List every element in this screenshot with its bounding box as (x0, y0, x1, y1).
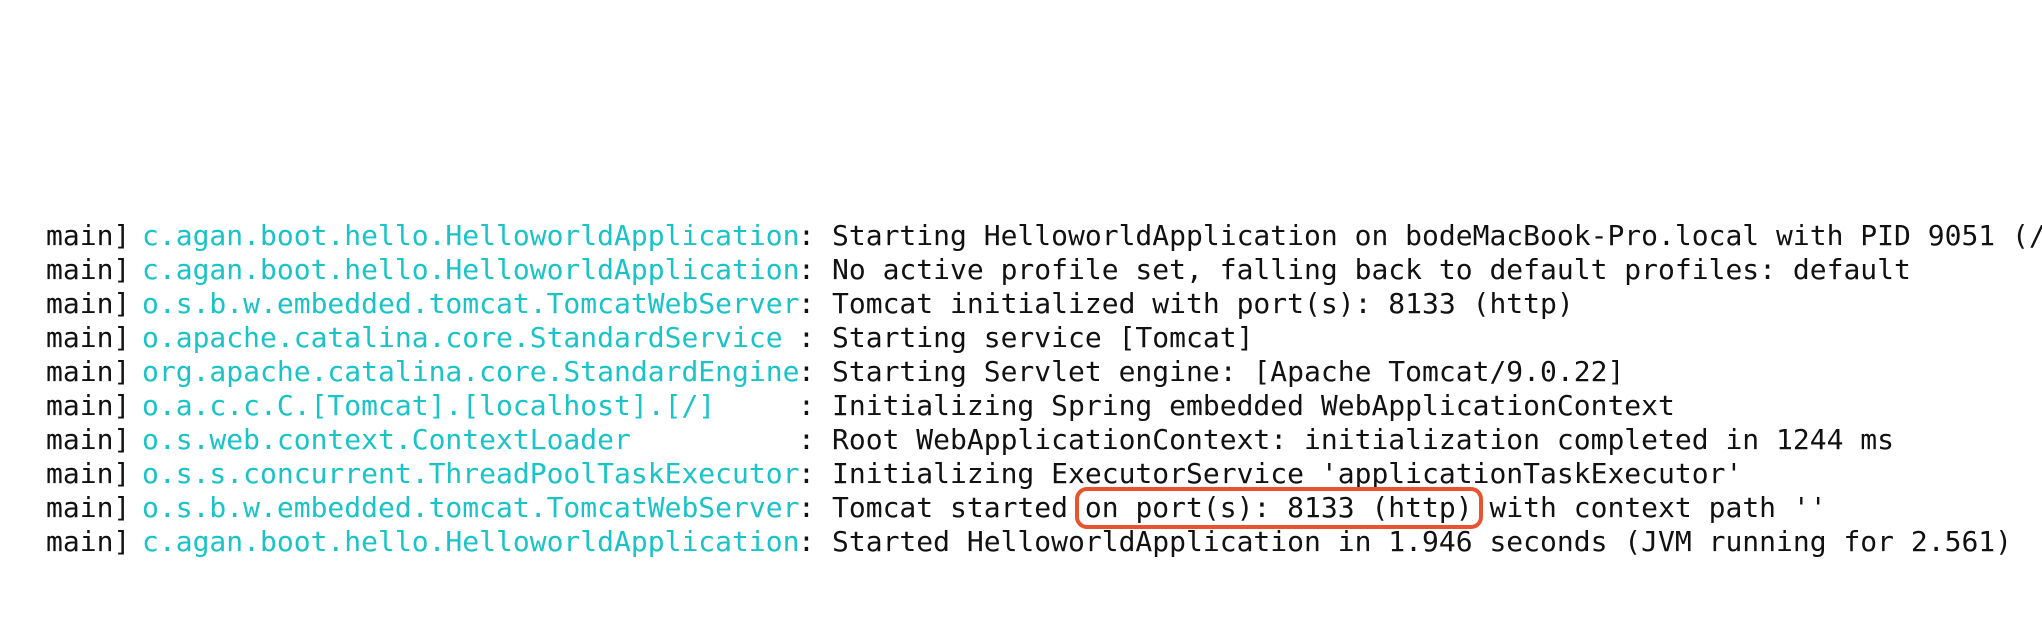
log-line: main] o.s.b.w.embedded.tomcat.TomcatWebS… (46, 287, 2042, 321)
separator: : (798, 525, 815, 558)
thread-name: main] (46, 287, 131, 320)
logger-name: c.agan.boot.hello.HelloworldApplication (142, 525, 800, 558)
thread-name: main] (46, 219, 131, 252)
log-line: main] org.apache.catalina.core.StandardE… (46, 355, 2042, 389)
log-message-prefix: Tomcat started (832, 491, 1085, 524)
log-line: main] o.a.c.c.C.[Tomcat].[localhost].[/]… (46, 389, 2042, 423)
log-message: Starting HelloworldApplication on bodeMa… (832, 219, 2042, 252)
separator: : (798, 321, 815, 354)
logger-name: o.s.b.w.embedded.tomcat.TomcatWebServer (142, 287, 800, 320)
log-message: Tomcat initialized with port(s): 8133 (h… (832, 287, 1574, 320)
log-message: Starting Servlet engine: [Apache Tomcat/… (832, 355, 1625, 388)
log-message: Tomcat started on port(s): 8133 (http) w… (832, 487, 2042, 529)
separator: : (798, 355, 815, 388)
logger-name: org.apache.catalina.core.StandardEngine (142, 355, 800, 388)
thread-name: main] (46, 457, 131, 490)
separator: : (798, 457, 815, 490)
separator: : (798, 219, 815, 252)
thread-name: main] (46, 253, 131, 286)
logger-name: o.s.b.w.embedded.tomcat.TomcatWebServer (142, 491, 800, 524)
log-line: main] o.s.s.concurrent.ThreadPoolTaskExe… (46, 457, 2042, 491)
logger-name: o.apache.catalina.core.StandardService (142, 321, 783, 354)
log-line: main] c.agan.boot.hello.HelloworldApplic… (46, 219, 2042, 253)
thread-name: main] (46, 389, 131, 422)
log-line: main] c.agan.boot.hello.HelloworldApplic… (46, 525, 2042, 559)
separator: : (798, 253, 815, 286)
separator: : (798, 491, 815, 524)
log-message: Starting service [Tomcat] (832, 321, 1254, 354)
log-message: Root WebApplicationContext: initializati… (832, 423, 1895, 456)
logger-name: o.s.web.context.ContextLoader (142, 423, 631, 456)
thread-name: main] (46, 491, 131, 524)
log-message-suffix: with context path '' (1472, 491, 1827, 524)
thread-name: main] (46, 355, 131, 388)
logger-name: c.agan.boot.hello.HelloworldApplication (142, 219, 800, 252)
log-line: main] o.s.web.context.ContextLoader : Ro… (46, 423, 2042, 457)
log-message: Initializing ExecutorService 'applicatio… (832, 457, 1743, 490)
log-line: main] c.agan.boot.hello.HelloworldApplic… (46, 253, 2042, 287)
log-line: main] o.s.b.w.embedded.tomcat.TomcatWebS… (46, 487, 2042, 529)
separator: : (798, 389, 815, 422)
thread-name: main] (46, 423, 131, 456)
thread-name: main] (46, 525, 131, 558)
separator: : (798, 423, 815, 456)
log-line: main] o.apache.catalina.core.StandardSer… (46, 321, 2042, 355)
logger-name: o.a.c.c.C.[Tomcat].[localhost].[/] (142, 389, 716, 422)
log-message: No active profile set, falling back to d… (832, 253, 1911, 286)
port-highlight-box: on port(s): 8133 (http) (1074, 487, 1483, 529)
thread-name: main] (46, 321, 131, 354)
log-message: Initializing Spring embedded WebApplicat… (832, 389, 1675, 422)
console-log-output: main] c.agan.boot.hello.HelloworldApplic… (46, 219, 2042, 559)
logger-name: c.agan.boot.hello.HelloworldApplication (142, 253, 800, 286)
logger-name: o.s.s.concurrent.ThreadPoolTaskExecutor (142, 457, 800, 490)
separator: : (798, 287, 815, 320)
log-message: Started HelloworldApplication in 1.946 s… (832, 525, 2013, 558)
